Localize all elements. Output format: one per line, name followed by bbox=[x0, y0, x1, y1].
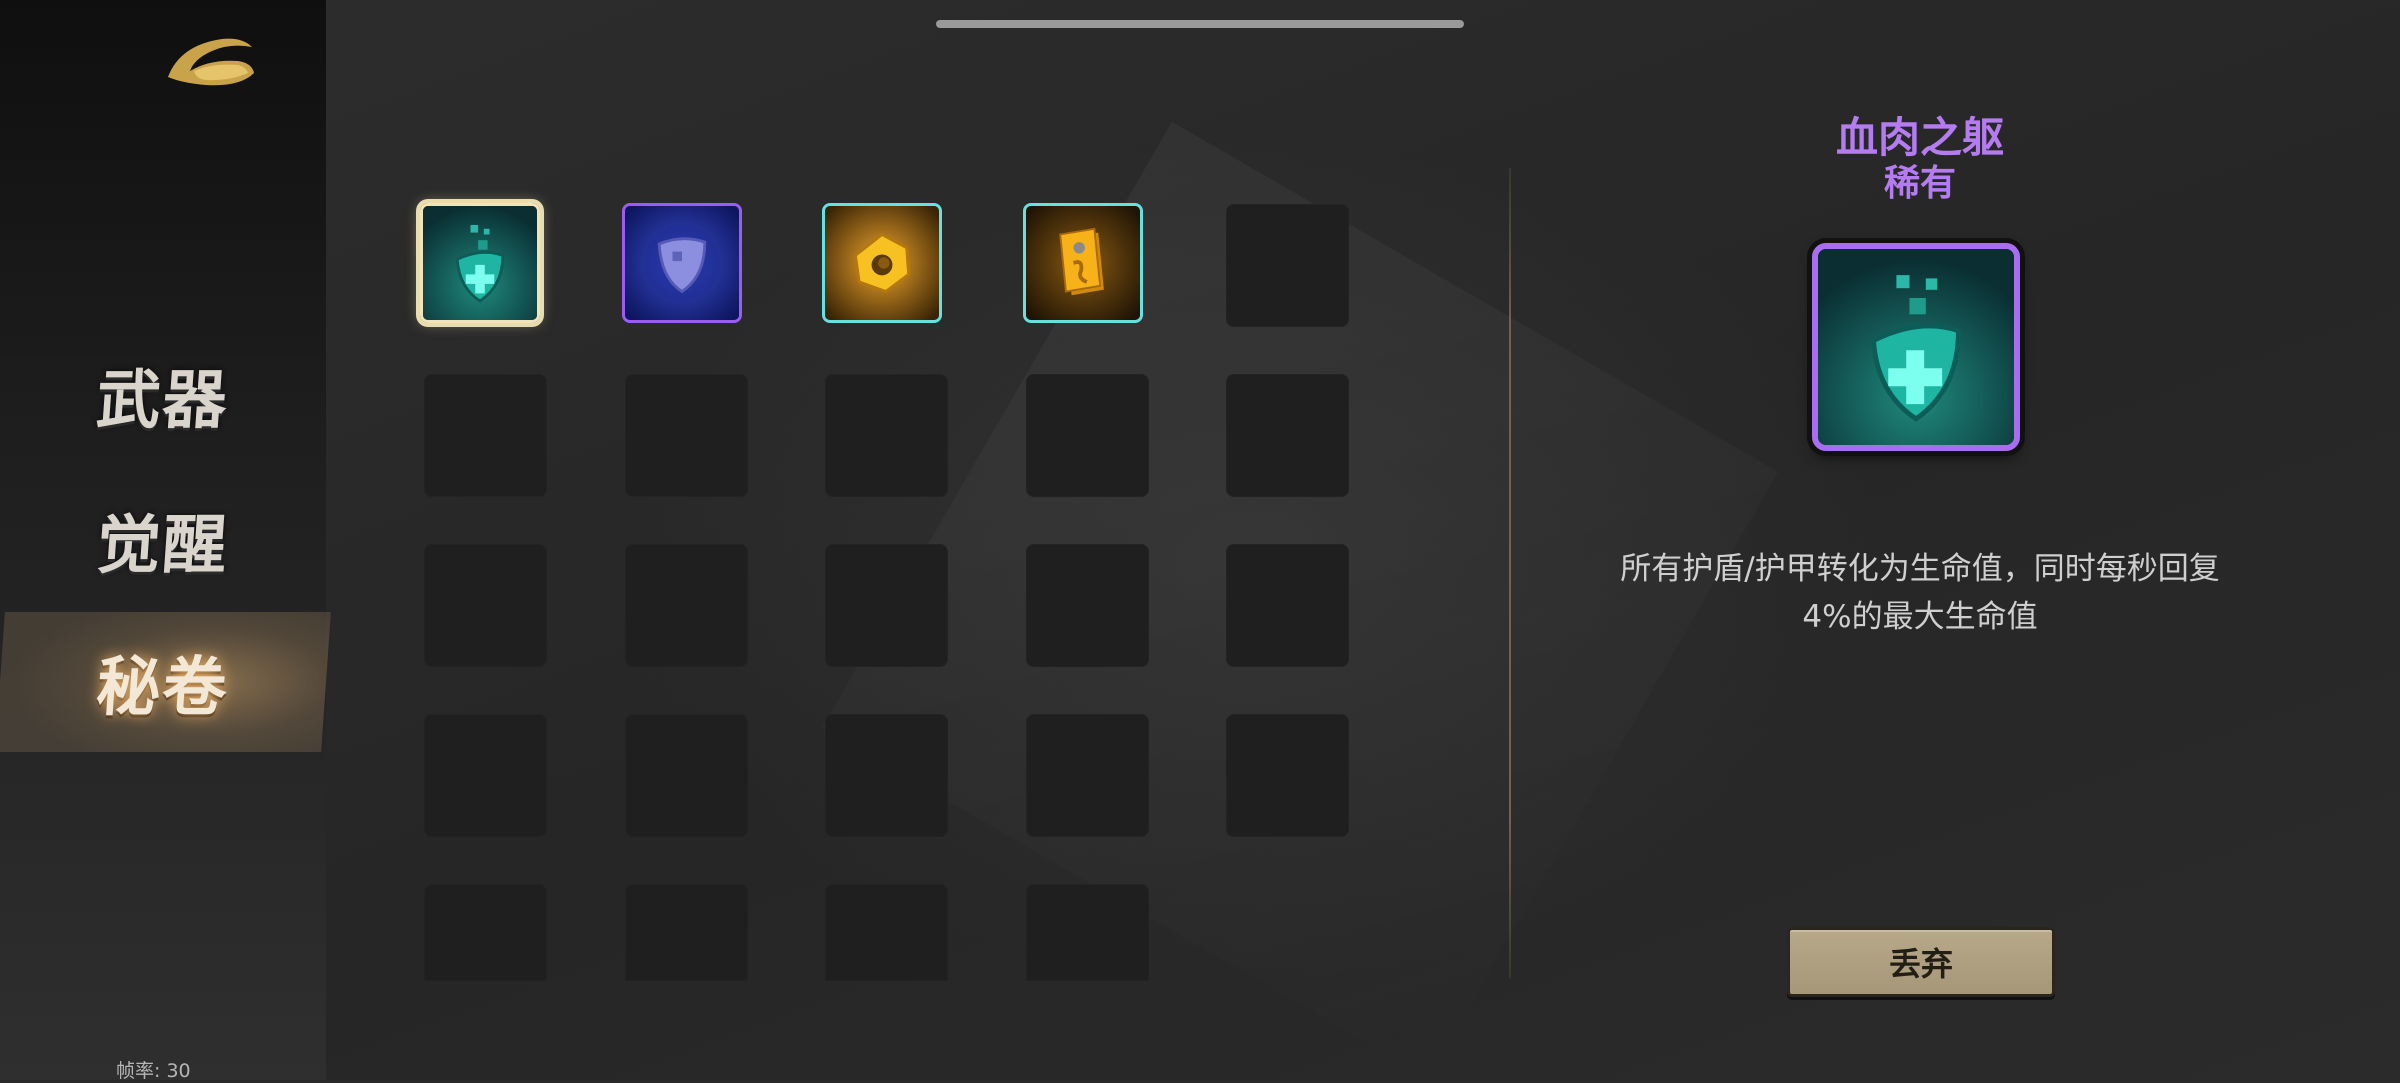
home-indicator-bar[interactable] bbox=[936, 20, 1464, 28]
panel-divider bbox=[1509, 168, 1511, 978]
inventory-slot-empty[interactable] bbox=[424, 544, 547, 667]
inventory-slot-empty[interactable] bbox=[625, 544, 748, 667]
inventory-slot-empty[interactable] bbox=[1026, 884, 1149, 981]
blue-purple-shield-icon bbox=[625, 206, 739, 320]
inventory-slot-empty[interactable] bbox=[625, 714, 748, 837]
golden-wing-emblem-icon bbox=[160, 25, 260, 95]
inventory-slot-empty[interactable] bbox=[825, 714, 948, 837]
inventory-slot-empty[interactable] bbox=[1226, 544, 1349, 667]
inventory-slot-empty[interactable] bbox=[1226, 374, 1349, 497]
inventory-item-4[interactable] bbox=[1023, 203, 1143, 323]
discard-button[interactable]: 丢弃 bbox=[1787, 927, 2055, 997]
inventory-slot-empty[interactable] bbox=[825, 544, 948, 667]
tab-weapons[interactable]: 武器 bbox=[0, 325, 331, 465]
inventory-item-2[interactable] bbox=[622, 203, 742, 323]
inventory-slot-empty[interactable] bbox=[1026, 714, 1149, 837]
inventory-slot-empty[interactable] bbox=[825, 374, 948, 497]
inventory-slot-empty[interactable] bbox=[424, 884, 547, 981]
inventory-slot-empty[interactable] bbox=[825, 884, 948, 981]
inventory-slot-empty[interactable] bbox=[625, 884, 748, 981]
inventory-item-3[interactable] bbox=[822, 203, 942, 323]
fps-counter: 帧率: 30 bbox=[116, 1060, 191, 1082]
golden-scroll-icon bbox=[1026, 206, 1140, 320]
teal-shield-cross-icon bbox=[1818, 249, 2014, 445]
inventory-slot-empty[interactable] bbox=[1226, 204, 1349, 327]
tab-awakening[interactable]: 觉醒 bbox=[0, 470, 331, 610]
inventory-screen: 武器 觉醒 秘卷 帧率: 30 血肉之躯 稀有 所有护盾/护甲转化为生命值，同时… bbox=[0, 0, 2400, 1082]
golden-ring-icon bbox=[825, 206, 939, 320]
inventory-slot-empty[interactable] bbox=[1026, 374, 1149, 497]
sidebar: 武器 觉醒 秘卷 帧率: 30 bbox=[0, 0, 331, 1082]
inventory-slot-empty[interactable] bbox=[625, 374, 748, 497]
inventory-slot-empty[interactable] bbox=[424, 374, 547, 497]
inventory-slot-empty[interactable] bbox=[1226, 714, 1349, 837]
teal-shield-cross-icon bbox=[423, 206, 537, 320]
inventory-item-1[interactable] bbox=[420, 203, 540, 323]
item-rarity: 稀有 bbox=[1883, 163, 1956, 204]
tab-secret-scrolls[interactable]: 秘卷 bbox=[0, 612, 331, 752]
inventory-slot-empty[interactable] bbox=[1026, 544, 1149, 667]
item-description: 所有护盾/护甲转化为生命值，同时每秒回复4%的最大生命值 bbox=[1620, 551, 2220, 635]
inventory-slot-empty[interactable] bbox=[424, 714, 547, 837]
selected-item-icon bbox=[1812, 243, 2020, 451]
